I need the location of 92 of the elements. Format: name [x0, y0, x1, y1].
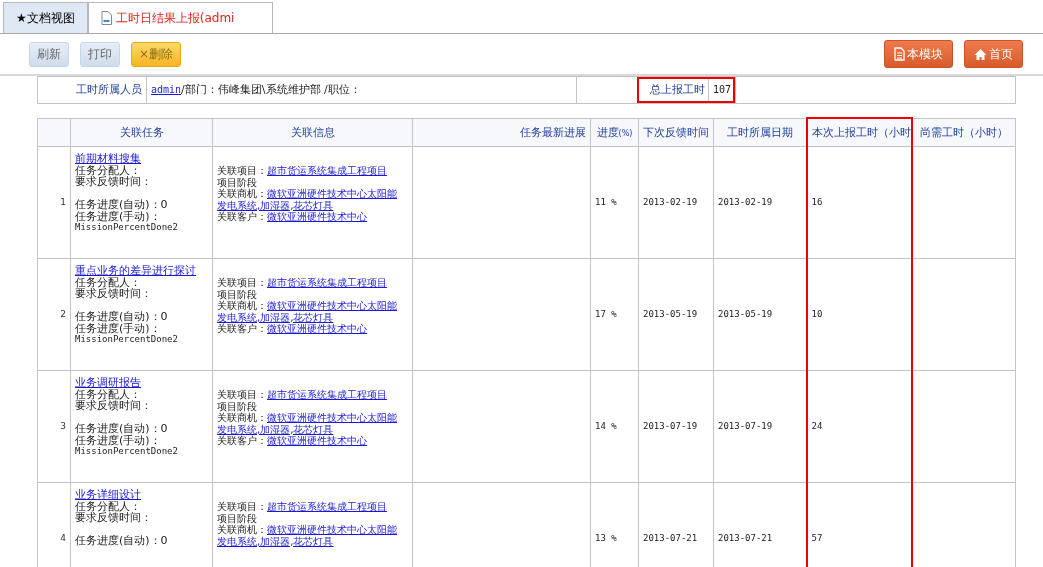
- info-link[interactable]: 微软亚洲硬件技术中心太阳能: [267, 524, 397, 535]
- info-link[interactable]: 发电系统,加湿器,花芯灯具: [217, 535, 334, 547]
- table-cell: 2013-07-19: [718, 420, 773, 431]
- table-cell: 2013-02-19: [718, 196, 773, 207]
- tab[interactable]: ★文档视图: [3, 2, 88, 33]
- table-cell: 2013-07-21: [643, 532, 698, 543]
- task-link[interactable]: 业务调研报告: [75, 376, 141, 389]
- row-number: 2: [60, 308, 66, 319]
- user-link[interactable]: admin: [151, 84, 182, 95]
- task-field: 要求反馈时间：: [75, 288, 208, 300]
- table-cell: 2013-07-21: [718, 532, 773, 543]
- reported-hours: 10: [811, 308, 823, 319]
- task-field: 任务进度(自动)：0: [75, 535, 208, 547]
- info-label: 关联项目：: [217, 389, 267, 400]
- field-label: 总上报工时: [639, 79, 709, 101]
- task-field: 要求反馈时间：: [75, 176, 208, 188]
- info-link[interactable]: 微软亚洲硬件技术中心: [267, 211, 367, 222]
- table-cell: 2013-07-19: [643, 420, 698, 431]
- column-header: 关联任务: [70, 118, 213, 147]
- reported-hours: 16: [811, 196, 823, 207]
- mission-code: MissionPercentDone2: [75, 334, 179, 346]
- row-number: 3: [60, 420, 66, 431]
- info-label: 关联商机：: [217, 300, 267, 311]
- info-label: 关联项目：: [217, 501, 267, 512]
- table-cell: 2013-05-19: [718, 308, 773, 319]
- row-number: 1: [60, 196, 66, 207]
- info-label: 关联商机：: [217, 412, 267, 423]
- info-label: 项目阶段: [217, 512, 257, 524]
- task-field: 任务进度(自动)：0: [75, 199, 208, 211]
- info-label: 关联商机：: [217, 188, 267, 199]
- info-link[interactable]: 发电系统,加湿器,花芯灯具: [217, 311, 334, 323]
- table-cell: 2013-02-19: [643, 196, 698, 207]
- column-header: 进度(%): [590, 118, 639, 147]
- toolbar-button[interactable]: 刷新: [29, 41, 69, 67]
- info-link[interactable]: 发电系统,加湿器,花芯灯具: [217, 423, 334, 435]
- progress-percent: 13 %: [595, 532, 617, 543]
- task-field: 任务分配人：: [75, 164, 208, 176]
- column-header: 关联信息: [212, 118, 413, 147]
- task-link[interactable]: 重点业务的差异进行探讨: [75, 264, 196, 277]
- info-link[interactable]: 超市货运系统集成工程项目: [267, 277, 387, 288]
- info-link[interactable]: 微软亚洲硬件技术中心太阳能: [267, 412, 397, 423]
- task-field: 任务进度(自动)：0: [75, 311, 208, 323]
- progress-percent: 17 %: [595, 308, 617, 319]
- task-field: 任务分配人：: [75, 276, 208, 288]
- info-link[interactable]: 超市货运系统集成工程项目: [267, 165, 387, 176]
- column-header: 尚需工时（小时）: [911, 118, 1016, 147]
- task-field: 要求反馈时间：: [75, 400, 208, 412]
- tab[interactable]: 工时日结果上报(admi: [87, 2, 274, 33]
- info-link[interactable]: 微软亚洲硬件技术中心太阳能: [267, 188, 397, 199]
- info-label: 项目阶段: [217, 288, 257, 300]
- mission-code: MissionPercentDone2: [75, 222, 179, 234]
- reported-hours: 57: [811, 532, 823, 543]
- info-label: 关联客户：: [217, 211, 267, 222]
- department-text: /部门：伟峰集团\系统维护部 /职位：: [181, 83, 361, 96]
- info-link[interactable]: 微软亚洲硬件技术中心: [267, 323, 367, 334]
- task-field: 任务分配人：: [75, 500, 208, 512]
- column-header: 工时所属日期: [713, 118, 807, 147]
- document-icon: [100, 11, 112, 25]
- toolbar-button[interactable]: 打印: [80, 41, 120, 67]
- info-link[interactable]: 超市货运系统集成工程项目: [267, 501, 387, 512]
- document-icon: [894, 47, 905, 61]
- column-header: 任务最新进展: [412, 118, 591, 147]
- info-link[interactable]: 发电系统,加湿器,花芯灯具: [217, 199, 334, 211]
- column-header: 本次上报工时（小时: [806, 118, 912, 147]
- home-icon: [974, 47, 987, 61]
- info-label: 关联客户：: [217, 323, 267, 334]
- task-field: 任务进度(手动)：: [75, 210, 208, 222]
- info-link[interactable]: 超市货运系统集成工程项目: [267, 389, 387, 400]
- task-link[interactable]: 业务详细设计: [75, 488, 141, 501]
- reported-hours: 24: [811, 420, 823, 431]
- info-label: 关联商机：: [217, 524, 267, 535]
- task-field: 要求反馈时间：: [75, 512, 208, 524]
- task-field: 任务进度(自动)：0: [75, 423, 208, 435]
- task-field: 任务进度(手动)：: [75, 322, 208, 334]
- task-link[interactable]: 前期材料搜集: [75, 152, 141, 165]
- progress-percent: 11 %: [595, 196, 617, 207]
- mission-code: MissionPercentDone2: [75, 446, 179, 458]
- info-link[interactable]: 微软亚洲硬件技术中心太阳能: [267, 300, 397, 311]
- info-label: 项目阶段: [217, 176, 257, 188]
- info-label: 关联项目：: [217, 165, 267, 176]
- column-header: 下次反馈时间: [638, 118, 714, 147]
- info-label: 关联项目：: [217, 277, 267, 288]
- progress-percent: 14 %: [595, 420, 617, 431]
- info-label: 项目阶段: [217, 400, 257, 412]
- info-label: 关联客户：: [217, 435, 267, 446]
- info-link[interactable]: 微软亚洲硬件技术中心: [267, 435, 367, 446]
- task-field: 任务进度(手动)：: [75, 434, 208, 446]
- task-field: 任务分配人：: [75, 388, 208, 400]
- row-number: 4: [60, 532, 66, 543]
- total-value: 107: [712, 83, 732, 97]
- table-cell: 2013-05-19: [643, 308, 698, 319]
- field-label: 工时所属人员: [38, 77, 147, 103]
